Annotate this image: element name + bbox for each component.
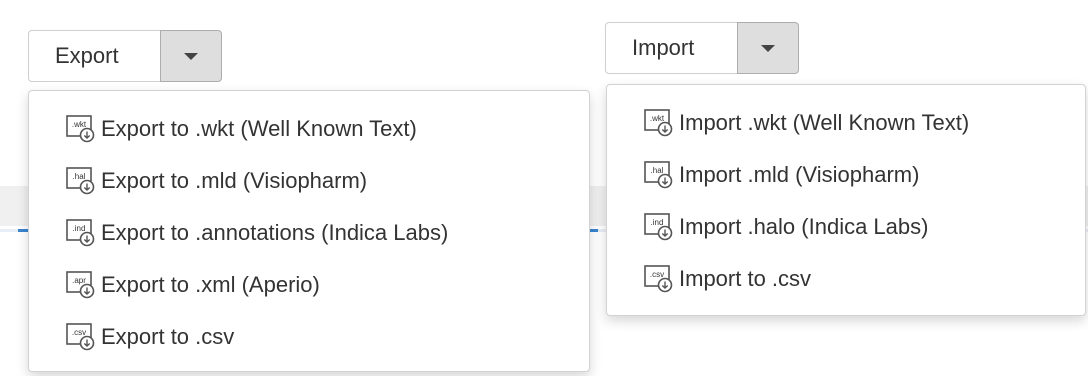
menu-item-label: Import .wkt (Well Known Text) — [679, 110, 970, 135]
wkt-file-icon: .wkt — [66, 115, 95, 143]
menu-item-label: Import to .csv — [679, 266, 812, 291]
import-button-group: Import — [605, 22, 799, 74]
caret-down-icon — [761, 44, 775, 52]
svg-text:.ind: .ind — [73, 224, 86, 233]
menu-item-export-annotations[interactable]: .ind Export to .annotations (Indica Labs… — [29, 213, 589, 253]
wkt-file-icon: .wkt — [644, 109, 673, 137]
export-button-group: Export — [28, 30, 222, 82]
svg-text:.csv: .csv — [72, 328, 86, 337]
export-dropdown-menu: .wkt Export to .wkt (Well Known Text) .h… — [28, 90, 590, 372]
menu-item-export-xml[interactable]: .apr Export to .xml (Aperio) — [29, 265, 589, 305]
menu-item-label: Export to .annotations (Indica Labs) — [101, 220, 449, 245]
menu-item-export-mld[interactable]: .hal Export to .mld (Visiopharm) — [29, 161, 589, 201]
menu-item-import-wkt[interactable]: .wkt Import .wkt (Well Known Text) — [607, 103, 1085, 143]
menu-item-import-csv[interactable]: .csv Import to .csv — [607, 259, 1085, 299]
menu-item-label: Export to .wkt (Well Known Text) — [101, 116, 417, 141]
svg-text:.wkt: .wkt — [650, 114, 665, 123]
export-button-label: Export — [55, 43, 119, 68]
svg-text:.ind: .ind — [651, 218, 664, 227]
menu-item-label: Export to .mld (Visiopharm) — [101, 168, 368, 193]
svg-text:.wkt: .wkt — [72, 120, 87, 129]
accent-tick — [18, 229, 28, 232]
mld-file-icon: .hal — [644, 161, 673, 189]
csv-file-icon: .csv — [66, 323, 95, 351]
xml-file-icon: .apr — [66, 271, 95, 299]
import-button[interactable]: Import — [605, 22, 737, 74]
svg-text:.apr: .apr — [72, 276, 86, 285]
import-dropdown-toggle[interactable] — [737, 22, 799, 74]
menu-item-export-csv[interactable]: .csv Export to .csv — [29, 317, 589, 357]
svg-text:.hal: .hal — [73, 172, 86, 181]
annotations-file-icon: .ind — [66, 219, 95, 247]
import-dropdown-menu: .wkt Import .wkt (Well Known Text) .hal … — [606, 84, 1086, 316]
export-dropdown-toggle[interactable] — [160, 30, 222, 82]
menu-item-import-halo[interactable]: .ind Import .halo (Indica Labs) — [607, 207, 1085, 247]
caret-down-icon — [184, 52, 198, 60]
menu-item-import-mld[interactable]: .hal Import .mld (Visiopharm) — [607, 155, 1085, 195]
halo-file-icon: .ind — [644, 213, 673, 241]
menu-item-label: Export to .xml (Aperio) — [101, 272, 320, 297]
menu-item-label: Import .mld (Visiopharm) — [679, 162, 920, 187]
svg-text:.hal: .hal — [651, 166, 664, 175]
export-button[interactable]: Export — [28, 30, 160, 82]
mld-file-icon: .hal — [66, 167, 95, 195]
svg-text:.csv: .csv — [650, 270, 664, 279]
import-button-label: Import — [632, 35, 695, 60]
menu-item-label: Import .halo (Indica Labs) — [679, 214, 929, 239]
menu-item-label: Export to .csv — [101, 324, 235, 349]
menu-item-export-wkt[interactable]: .wkt Export to .wkt (Well Known Text) — [29, 109, 589, 149]
csv-file-icon: .csv — [644, 265, 673, 293]
